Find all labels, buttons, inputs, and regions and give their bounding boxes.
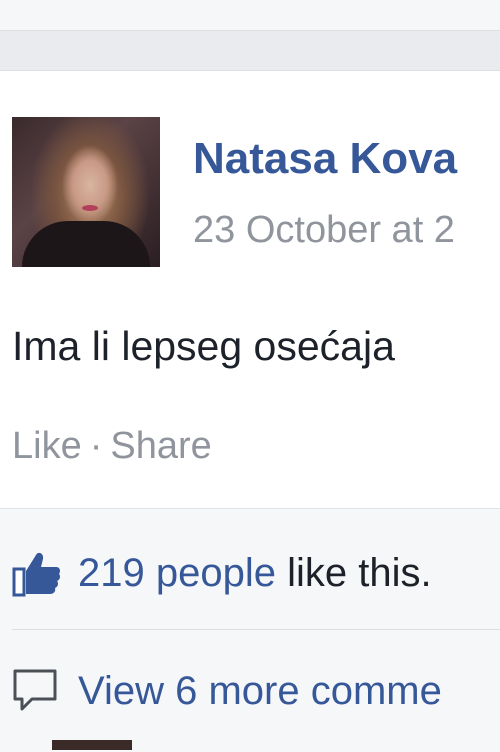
view-more-comments-link[interactable]: View 6 more comme xyxy=(78,667,442,715)
likes-count-text[interactable]: 219 people xyxy=(78,551,276,595)
post-body-text: Ima li lepseg osećaja xyxy=(12,323,395,369)
commenter-avatar[interactable] xyxy=(52,740,132,750)
post-card: Natasa Kova 23 October at 2 Ima li lepse… xyxy=(0,70,500,752)
author-name-link[interactable]: Natasa Kova xyxy=(193,133,457,185)
divider xyxy=(12,629,500,630)
likes-suffix-text: like this. xyxy=(275,551,432,595)
share-link[interactable]: Share xyxy=(110,425,211,467)
likes-count-link[interactable]: 219 people like this. xyxy=(78,549,432,597)
comment-bubble-icon xyxy=(13,669,57,711)
post-actions: Like · Share xyxy=(12,423,212,469)
action-separator: · xyxy=(89,425,103,467)
thumbs-up-icon xyxy=(12,552,61,597)
author-avatar[interactable] xyxy=(12,117,160,267)
like-link[interactable]: Like xyxy=(12,425,82,467)
post-timestamp-link[interactable]: 23 October at 2 xyxy=(193,207,455,253)
avatar-detail xyxy=(82,205,98,211)
top-bar xyxy=(0,0,500,31)
avatar-detail xyxy=(22,221,150,267)
reactions-panel: 219 people like this. View 6 more comme xyxy=(0,508,500,752)
